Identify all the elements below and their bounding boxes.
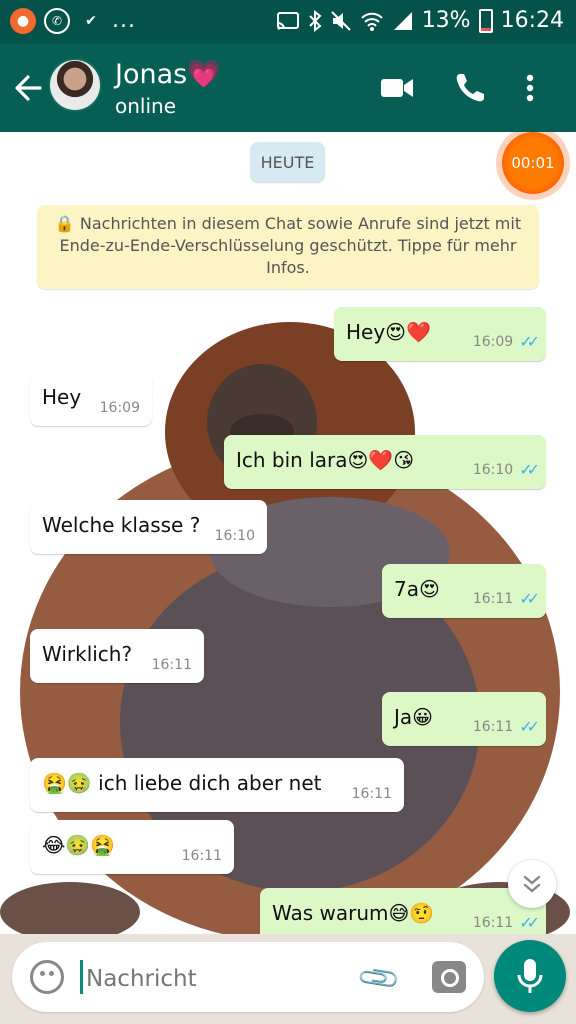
message-meta: 16:11 ✓✓ [472, 913, 540, 932]
checkmark-flag-icon: ✔ [85, 13, 97, 29]
chevron-double-down-icon [523, 875, 541, 893]
message-incoming[interactable]: 😂🤢🤮 16:11 [30, 820, 234, 874]
video-call-icon[interactable] [378, 70, 416, 106]
message-outgoing[interactable]: Was warum😅🤨 16:11 ✓✓ [260, 888, 546, 934]
status-bar-right: 13% 16:24 [276, 8, 564, 33]
recording-timer[interactable]: 00:01 [502, 132, 564, 194]
message-time: 16:09 [472, 333, 514, 350]
message-outgoing[interactable]: Hey😍❤️ 16:09 ✓✓ [334, 307, 546, 361]
message-text: 😂🤢🤮 [42, 833, 116, 857]
message-outgoing[interactable]: Ja😀 16:11 ✓✓ [382, 692, 546, 746]
camera-icon[interactable] [432, 961, 466, 993]
status-bar: ● ✆ ✔ ... 13% 16:24 [0, 0, 576, 44]
read-ticks-icon: ✓✓ [519, 589, 540, 608]
message-time: 16:11 [472, 718, 514, 735]
voice-call-icon[interactable] [452, 70, 490, 106]
message-text: 7a😍 [394, 577, 440, 601]
message-outgoing[interactable]: 7a😍 16:11 ✓✓ [382, 564, 546, 618]
message-input-container[interactable]: 📎 [12, 942, 484, 1012]
mute-icon [330, 10, 351, 31]
message-outgoing[interactable]: Ich bin lara😍❤️😘 16:10 ✓✓ [224, 435, 546, 489]
message-meta: 16:10 [215, 528, 255, 544]
message-time: 16:09 [99, 400, 140, 416]
message-time: 16:10 [214, 528, 255, 544]
wifi-icon [360, 12, 383, 31]
battery-icon [478, 8, 493, 33]
more-options-icon[interactable] [520, 70, 540, 106]
message-meta: 16:11 ✓✓ [472, 717, 540, 736]
message-meta: 16:11 [352, 786, 392, 802]
message-meta: 16:10 ✓✓ [472, 460, 540, 479]
signal-icon [393, 11, 412, 30]
clock: 16:24 [500, 8, 564, 33]
message-text: Wirklich? [42, 642, 133, 666]
date-label: HEUTE [250, 142, 325, 182]
message-text: Ja😀 [394, 705, 434, 729]
contact-status: online [115, 94, 177, 118]
message-incoming[interactable]: Wirklich? 16:11 [30, 629, 204, 683]
contact-name[interactable]: Jonas💗 [115, 58, 221, 90]
message-time: 16:11 [151, 657, 192, 673]
attach-icon[interactable]: 📎 [355, 954, 403, 1003]
composer-bar: 📎 [0, 934, 576, 1024]
back-arrow-icon[interactable] [12, 68, 44, 108]
cast-icon [276, 11, 299, 30]
message-time: 16:10 [472, 461, 514, 478]
read-ticks-icon: ✓✓ [519, 717, 540, 736]
message-text: Welche klasse ? [42, 513, 201, 537]
avatar[interactable] [48, 58, 102, 112]
mic-button[interactable] [494, 940, 566, 1012]
read-ticks-icon: ✓✓ [519, 913, 540, 932]
message-time: 16:11 [472, 590, 514, 607]
read-ticks-icon: ✓✓ [519, 332, 540, 351]
message-text: 🤮🤢 ich liebe dich aber net [42, 771, 322, 795]
text-cursor [80, 960, 83, 994]
chat-area[interactable]: HEUTE 00:01 🔒 Nachrichten in diesem Chat… [0, 132, 576, 934]
whatsapp-icon: ✆ [44, 8, 70, 34]
notification-overflow: ... [112, 8, 136, 33]
message-text: Hey😍❤️ [346, 320, 431, 344]
chat-header: Jonas💗 online [0, 44, 576, 132]
scroll-to-bottom-button[interactable] [508, 860, 556, 908]
screen-recorder-icon: ● [10, 8, 36, 34]
emoji-icon[interactable] [30, 960, 64, 994]
message-text: Hey [42, 385, 82, 409]
message-input[interactable] [86, 962, 336, 996]
message-time: 16:11 [351, 786, 392, 802]
message-text: Was warum😅🤨 [272, 901, 435, 925]
message-meta: 16:09 ✓✓ [472, 332, 540, 351]
message-time: 16:11 [181, 848, 222, 864]
message-meta: 16:11 [152, 657, 192, 673]
message-meta: 16:11 [182, 848, 222, 864]
bluetooth-icon [308, 9, 322, 32]
message-text: Ich bin lara😍❤️😘 [236, 448, 415, 472]
message-time: 16:11 [472, 914, 514, 931]
status-bar-left: ● ✆ ✔ ... [10, 8, 136, 34]
message-meta: 16:09 [100, 400, 140, 416]
message-incoming[interactable]: 🤮🤢 ich liebe dich aber net 16:11 [30, 758, 404, 812]
battery-percent: 13% [421, 8, 471, 33]
message-incoming[interactable]: Welche klasse ? 16:10 [30, 500, 267, 554]
encryption-notice[interactable]: 🔒 Nachrichten in diesem Chat sowie Anruf… [37, 205, 539, 289]
message-incoming[interactable]: Hey 16:09 [30, 372, 152, 426]
mic-icon [517, 959, 543, 993]
message-meta: 16:11 ✓✓ [472, 589, 540, 608]
read-ticks-icon: ✓✓ [519, 460, 540, 479]
